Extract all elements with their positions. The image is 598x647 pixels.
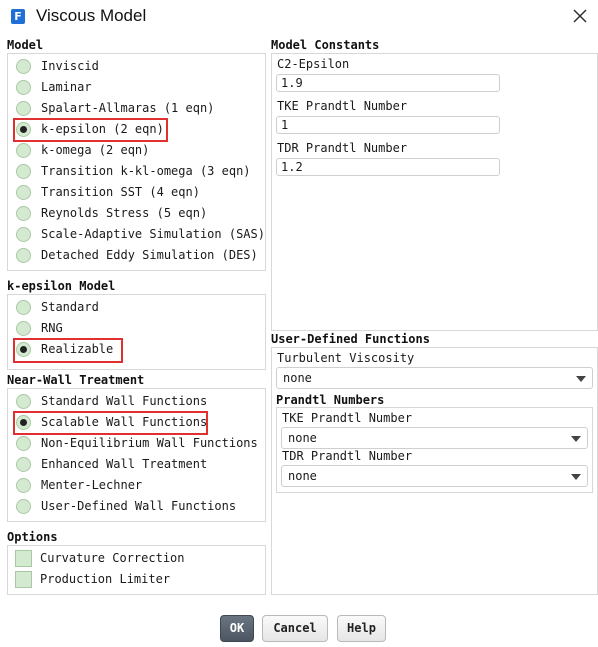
checkbox-label: Curvature Correction [40, 551, 185, 565]
options-section-title: Options [7, 530, 58, 544]
radio-button[interactable] [16, 477, 31, 493]
radio-label: k-epsilon (2 eqn) [41, 122, 164, 136]
radio-label: k-omega (2 eqn) [41, 143, 150, 157]
cancel-button[interactable]: Cancel [262, 615, 328, 642]
radio-label: Realizable [41, 342, 114, 356]
udf-tke-prandtl-select[interactable]: none [281, 427, 588, 449]
radio-label: Standard [41, 300, 99, 314]
select-value: none [288, 431, 317, 445]
radio-transition-sst[interactable]: Transition SST (4 eqn) [16, 182, 200, 202]
kepsilon-model-section-title: k-epsilon Model [7, 279, 116, 293]
radio-button[interactable] [16, 100, 31, 116]
radio-spalart-allmaras[interactable]: Spalart-Allmaras (1 eqn) [16, 98, 214, 118]
app-logo-icon: F [11, 9, 25, 24]
model-constants-group [271, 53, 598, 331]
radio-label: Enhanced Wall Treatment [41, 457, 208, 471]
radio-laminar[interactable]: Laminar [16, 77, 92, 97]
checkbox-production-limiter[interactable]: Production Limiter [15, 569, 170, 589]
radio-button[interactable] [16, 299, 31, 315]
model-section-title: Model [7, 38, 44, 52]
radio-button[interactable] [16, 456, 31, 472]
near-wall-section-title: Near-Wall Treatment [7, 373, 145, 387]
select-value: none [283, 371, 312, 385]
title-bar: F Viscous Model [0, 0, 598, 34]
radio-button[interactable] [16, 205, 31, 221]
radio-standard-wall-functions[interactable]: Standard Wall Functions [16, 391, 207, 411]
radio-button[interactable] [16, 341, 31, 357]
radio-label: Transition SST (4 eqn) [41, 185, 200, 199]
window-title: Viscous Model [36, 6, 147, 25]
turbulent-viscosity-label: Turbulent Viscosity [277, 351, 415, 365]
udf-tdr-prandtl-label: TDR Prandtl Number [282, 449, 413, 463]
radio-button[interactable] [16, 414, 31, 430]
checkbox-curvature-correction[interactable]: Curvature Correction [15, 548, 185, 568]
tdr-prandtl-input[interactable]: 1.2 [276, 158, 500, 176]
radio-rng[interactable]: RNG [16, 318, 63, 338]
radio-realizable[interactable]: Realizable [16, 339, 113, 359]
close-icon[interactable] [571, 7, 589, 25]
radio-button[interactable] [16, 226, 31, 242]
checkbox[interactable] [15, 549, 32, 567]
chevron-down-icon [571, 436, 581, 442]
checkbox-label: Production Limiter [40, 572, 171, 586]
radio-label: Reynolds Stress (5 eqn) [41, 206, 208, 220]
checkbox[interactable] [15, 570, 32, 588]
radio-inviscid[interactable]: Inviscid [16, 56, 99, 76]
udf-tdr-prandtl-select[interactable]: none [281, 465, 588, 487]
radio-label: User-Defined Wall Functions [41, 499, 237, 513]
radio-button[interactable] [16, 247, 31, 263]
radio-label: Menter-Lechner [41, 478, 143, 492]
radio-label: Spalart-Allmaras (1 eqn) [41, 101, 215, 115]
radio-scalable-wall-functions[interactable]: Scalable Wall Functions [16, 412, 207, 432]
radio-menter-lechner[interactable]: Menter-Lechner [16, 475, 142, 495]
radio-label: Detached Eddy Simulation (DES) [41, 248, 258, 262]
select-value: none [288, 469, 317, 483]
radio-button[interactable] [16, 320, 31, 336]
radio-label: Scalable Wall Functions [41, 415, 208, 429]
radio-button[interactable] [16, 498, 31, 514]
turbulent-viscosity-select[interactable]: none [276, 367, 593, 389]
ok-button[interactable]: OK [220, 615, 254, 642]
radio-enhanced-wall-treatment[interactable]: Enhanced Wall Treatment [16, 454, 207, 474]
radio-label: Standard Wall Functions [41, 394, 208, 408]
radio-label: Scale-Adaptive Simulation (SAS) [41, 227, 265, 241]
tke-prandtl-label: TKE Prandtl Number [277, 99, 408, 113]
radio-k-omega[interactable]: k-omega (2 eqn) [16, 140, 149, 160]
radio-button[interactable] [16, 163, 31, 179]
radio-button[interactable] [16, 79, 31, 95]
chevron-down-icon [571, 474, 581, 480]
c2-epsilon-input[interactable]: 1.9 [276, 74, 500, 92]
chevron-down-icon [576, 376, 586, 382]
radio-button[interactable] [16, 184, 31, 200]
udf-tke-prandtl-label: TKE Prandtl Number [282, 411, 413, 425]
radio-button[interactable] [16, 142, 31, 158]
help-button[interactable]: Help [337, 615, 386, 642]
radio-transition-kkl-omega[interactable]: Transition k-kl-omega (3 eqn) [16, 161, 251, 181]
radio-label: RNG [41, 321, 63, 335]
radio-label: Non-Equilibrium Wall Functions [41, 436, 258, 450]
radio-des[interactable]: Detached Eddy Simulation (DES) [16, 245, 258, 265]
radio-label: Transition k-kl-omega (3 eqn) [41, 164, 251, 178]
radio-label: Laminar [41, 80, 92, 94]
model-constants-section-title: Model Constants [271, 38, 380, 52]
prandtl-numbers-title: Prandtl Numbers [276, 393, 385, 407]
radio-non-equilibrium-wall-functions[interactable]: Non-Equilibrium Wall Functions [16, 433, 258, 453]
c2-epsilon-label: C2-Epsilon [277, 57, 350, 71]
tke-prandtl-input[interactable]: 1 [276, 116, 500, 134]
radio-standard[interactable]: Standard [16, 297, 99, 317]
radio-user-defined-wall-functions[interactable]: User-Defined Wall Functions [16, 496, 236, 516]
radio-button[interactable] [16, 393, 31, 409]
radio-button[interactable] [16, 58, 31, 74]
radio-button[interactable] [16, 435, 31, 451]
radio-label: Inviscid [41, 59, 99, 73]
radio-sas[interactable]: Scale-Adaptive Simulation (SAS) [16, 224, 265, 244]
udf-section-title: User-Defined Functions [271, 332, 430, 346]
tdr-prandtl-label: TDR Prandtl Number [277, 141, 408, 155]
radio-k-epsilon[interactable]: k-epsilon (2 eqn) [16, 119, 164, 139]
radio-reynolds-stress[interactable]: Reynolds Stress (5 eqn) [16, 203, 207, 223]
radio-button[interactable] [16, 121, 31, 137]
